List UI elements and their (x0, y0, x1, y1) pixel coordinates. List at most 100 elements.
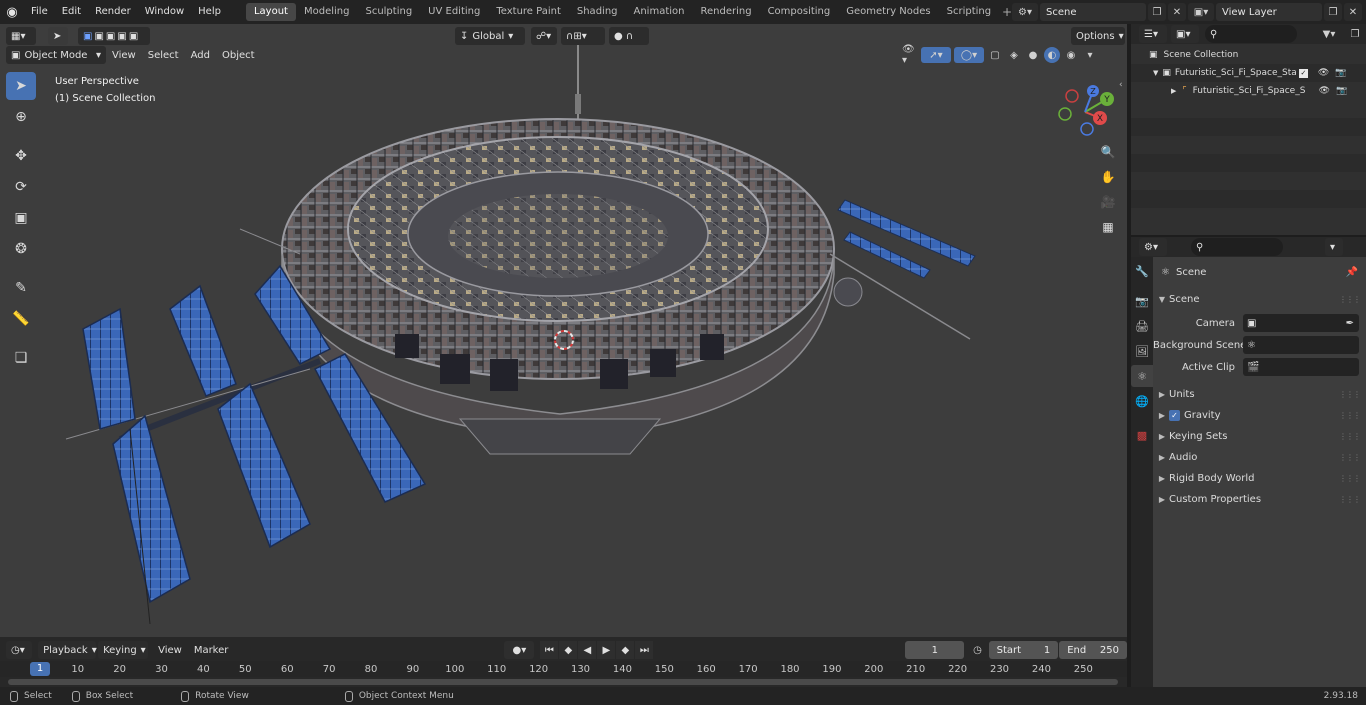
tab-rendering[interactable]: Rendering (692, 3, 759, 21)
properties-options-icon[interactable]: ▾ (1325, 238, 1343, 256)
filter-icon[interactable]: ▼▾ (1317, 26, 1341, 42)
solid-shading-icon[interactable]: ● (1025, 47, 1041, 63)
cursor-tool-icon[interactable]: ⊕ (6, 103, 36, 131)
select-new-icon[interactable]: ▣ (83, 31, 92, 42)
navigation-gizmo[interactable]: X Y Z (1055, 84, 1119, 140)
timeline-menu-view[interactable]: View (152, 645, 188, 656)
select-tool-icon[interactable]: ➤ (48, 27, 68, 45)
tab-compositing[interactable]: Compositing (760, 3, 839, 21)
view-layer-tab-icon[interactable]: 🖼 (1131, 340, 1153, 362)
next-keyframe-icon[interactable]: ◆ (616, 641, 635, 659)
editor-type-dropdown[interactable]: ▦▾ (6, 27, 36, 45)
wireframe-shading-icon[interactable]: ◈ (1006, 47, 1022, 63)
custom-properties-panel-header[interactable]: ▶ Custom Properties ⋮⋮⋮ (1153, 489, 1366, 509)
keying-menu[interactable]: Keying ▾ (98, 641, 149, 659)
end-frame-field[interactable]: End 250 (1059, 641, 1127, 659)
drag-handle-icon[interactable]: ⋮⋮⋮ (1339, 453, 1361, 462)
zoom-view-icon[interactable]: 🔍 (1097, 141, 1119, 163)
viewport-menu-object[interactable]: Object (216, 50, 261, 61)
play-icon[interactable]: ▶ (597, 641, 616, 659)
snap-dropdown[interactable]: ∩⊞▾ (561, 27, 605, 45)
outliner-row-scene-collection[interactable]: ▣ Scene Collection (1131, 46, 1366, 64)
start-frame-field[interactable]: Start 1 (988, 641, 1059, 659)
tab-scripting[interactable]: Scripting (939, 3, 999, 21)
play-reverse-icon[interactable]: ◀ (578, 641, 597, 659)
delete-view-layer-icon[interactable]: ✕ (1344, 3, 1362, 21)
render-tab-icon[interactable]: 📷 (1131, 290, 1153, 312)
tab-layout[interactable]: Layout (245, 3, 296, 21)
select-box-tool-icon[interactable]: ➤ (6, 72, 36, 100)
selection-mode-buttons[interactable]: ▣ ▣ ▣ ▣ ▣ (78, 27, 150, 45)
select-invert-icon[interactable]: ▣ (117, 31, 126, 42)
drag-handle-icon[interactable]: ⋮⋮⋮ (1339, 474, 1361, 483)
delete-scene-icon[interactable]: ✕ (1168, 3, 1186, 21)
timeline-menu-marker[interactable]: Marker (188, 645, 235, 656)
xray-toggle-icon[interactable]: ▢ (987, 47, 1003, 63)
current-frame-indicator[interactable]: 1 (30, 662, 50, 676)
blender-logo-icon[interactable]: ◉ (0, 0, 24, 24)
tab-geometry-nodes[interactable]: Geometry Nodes (838, 3, 938, 21)
scene-browse-icon[interactable]: ⚙▾ (1012, 3, 1038, 21)
camera-field[interactable]: ▣ ✒ (1243, 314, 1359, 332)
preview-range-icon[interactable]: ◷ (970, 642, 984, 658)
background-scene-field[interactable]: ⚛ (1243, 336, 1359, 354)
scene-tab-icon[interactable]: ⚛ (1131, 365, 1153, 387)
audio-panel-header[interactable]: ▶ Audio ⋮⋮⋮ (1153, 447, 1366, 467)
outliner-row-collection[interactable]: ▼ ▣ Futuristic_Sci_Fi_Space_Statio ✓ 👁 📷 (1131, 64, 1366, 82)
display-mode-icon[interactable]: ▣▾ (1171, 25, 1199, 43)
new-collection-icon[interactable]: ❐ (1347, 26, 1363, 42)
select-intersect-icon[interactable]: ▣ (129, 31, 138, 42)
gravity-panel-header[interactable]: ▶ ✓ Gravity ⋮⋮⋮ (1153, 405, 1366, 425)
timeline-scrollbar[interactable] (8, 679, 1118, 685)
tab-texture-paint[interactable]: Texture Paint (488, 3, 569, 21)
proportional-edit-dropdown[interactable]: ● ∩ (609, 27, 649, 45)
tab-modeling[interactable]: Modeling (296, 3, 358, 21)
current-frame-field[interactable]: 1 (905, 641, 965, 659)
jump-end-icon[interactable]: ⏭ (635, 641, 654, 659)
playback-menu[interactable]: Playback ▾ (38, 641, 97, 659)
tool-tab-icon[interactable]: 🔧 (1131, 260, 1153, 282)
texture-tab-icon[interactable]: ▩ (1131, 424, 1153, 446)
auto-keying-icon[interactable]: ●▾ (504, 641, 535, 659)
expand-chevron-icon[interactable]: ▶ (1171, 87, 1176, 95)
sidebar-toggle-icon[interactable]: ‹ (1119, 80, 1123, 90)
perspective-toggle-icon[interactable]: ▦ (1097, 216, 1119, 238)
menu-file[interactable]: File (24, 0, 55, 24)
rotate-tool-icon[interactable]: ⟳ (6, 173, 36, 201)
menu-window[interactable]: Window (138, 0, 191, 24)
rendered-shading-icon[interactable]: ◉ (1063, 47, 1079, 63)
active-clip-field[interactable]: 🎬 (1243, 358, 1359, 376)
menu-edit[interactable]: Edit (55, 0, 88, 24)
rigid-body-world-panel-header[interactable]: ▶ Rigid Body World ⋮⋮⋮ (1153, 468, 1366, 488)
pin-icon[interactable]: 📌 (1346, 267, 1358, 278)
drag-handle-icon[interactable]: ⋮⋮⋮ (1339, 495, 1361, 504)
drag-handle-icon[interactable]: ⋮⋮⋮ (1339, 411, 1361, 420)
move-tool-icon[interactable]: ✥ (6, 142, 36, 170)
expand-chevron-icon[interactable]: ▼ (1153, 69, 1158, 77)
camera-view-icon[interactable]: 🎥 (1097, 191, 1119, 213)
shading-options-icon[interactable]: ▾ (1082, 47, 1098, 63)
render-camera-icon[interactable]: 📷 (1335, 68, 1346, 78)
view-layer-name-field[interactable]: View Layer (1216, 3, 1322, 21)
view-layer-browse-icon[interactable]: ▣▾ (1188, 3, 1214, 21)
transform-tool-icon[interactable]: ❂ (6, 235, 36, 263)
outliner-editor-type-icon[interactable]: ☰▾ (1139, 25, 1167, 43)
pivot-point-dropdown[interactable]: ☍▾ (531, 27, 557, 45)
tab-shading[interactable]: Shading (569, 3, 626, 21)
tab-animation[interactable]: Animation (626, 3, 693, 21)
outliner-row-object[interactable]: ▶ ⌜ Futuristic_Sci_Fi_Space_S 👁 📷 (1131, 82, 1366, 100)
mode-dropdown[interactable]: ▣ Object Mode ▾ (6, 46, 106, 64)
measure-tool-icon[interactable]: 📏 (6, 305, 36, 333)
transform-orientation-dropdown[interactable]: ↧ Global ▾ (455, 27, 525, 45)
exclude-checkbox[interactable]: ✓ (1298, 68, 1308, 78)
add-cube-tool-icon[interactable]: ❏ (6, 344, 36, 372)
properties-editor-type-icon[interactable]: ⚙▾ (1139, 238, 1167, 256)
scene-panel-header[interactable]: ▼ Scene ⋮⋮⋮ (1153, 289, 1366, 309)
outliner-search-input[interactable]: ⚲ (1205, 25, 1297, 43)
select-subtract-icon[interactable]: ▣ (106, 31, 115, 42)
properties-search-input[interactable]: ⚲ (1191, 238, 1283, 256)
scene-name-field[interactable]: Scene (1040, 3, 1146, 21)
drag-handle-icon[interactable]: ⋮⋮⋮ (1339, 390, 1361, 399)
space-station-model[interactable] (0, 24, 1127, 637)
visibility-icon[interactable]: 👁▾ (902, 44, 918, 66)
